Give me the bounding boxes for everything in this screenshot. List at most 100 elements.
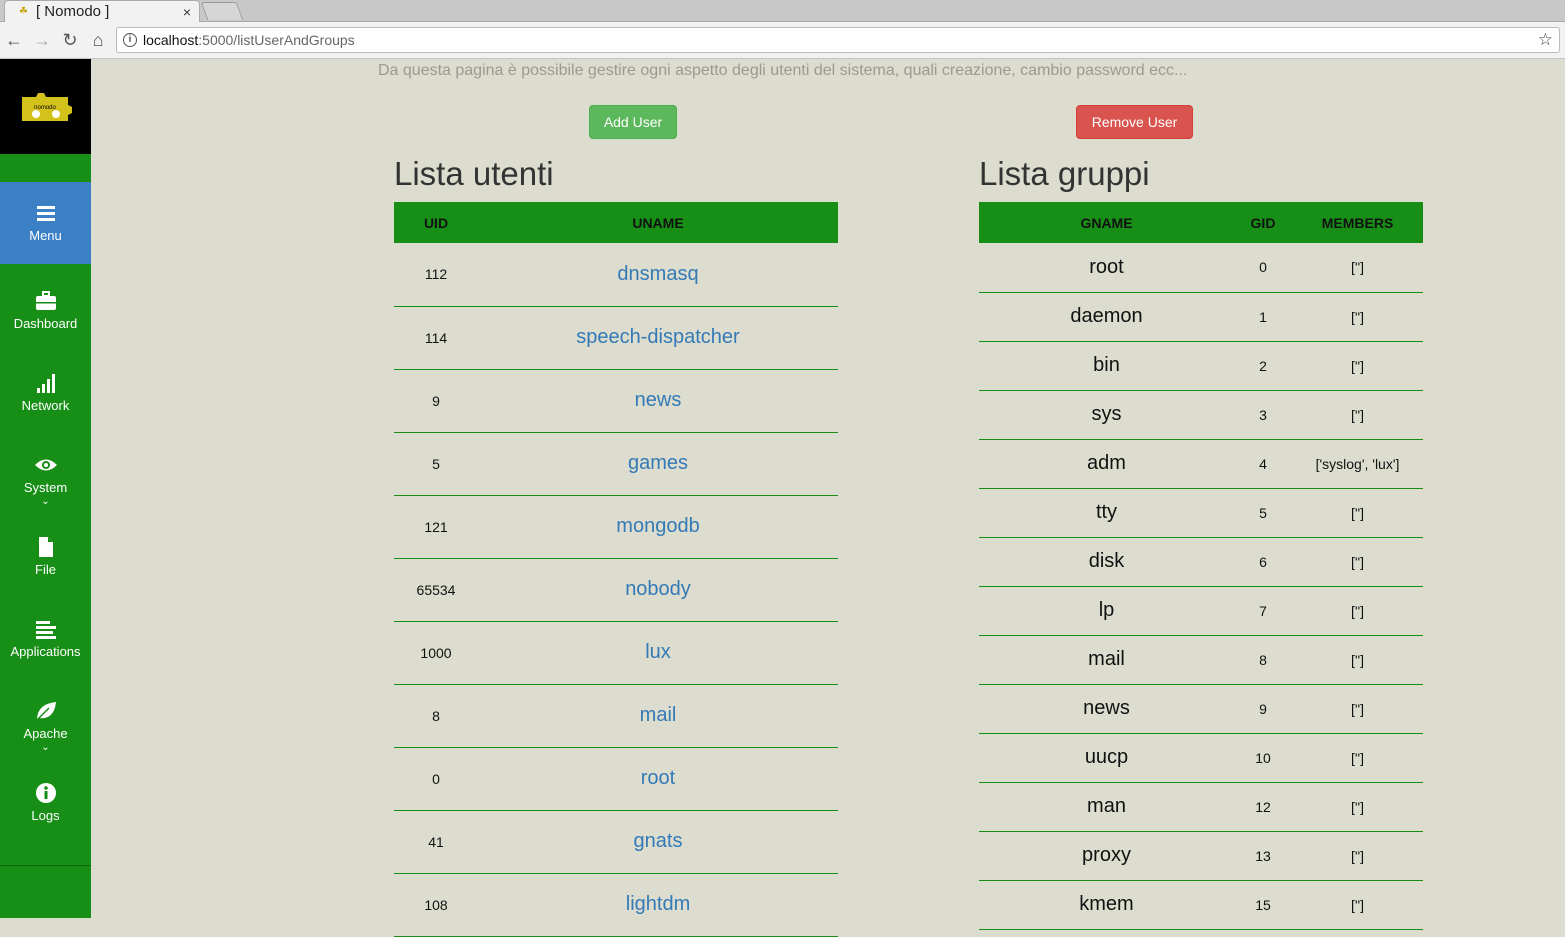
table-row: kmem 15 [''] (979, 880, 1423, 930)
address-bar[interactable]: i localhost:5000/listUserAndGroups ☆ (116, 27, 1560, 53)
gname-cell: uucp (979, 733, 1234, 783)
uname-link[interactable]: games (478, 432, 838, 496)
sidebar-item-label: Network (21, 398, 70, 413)
gid-cell: 0 (1234, 243, 1292, 293)
users-heading: Lista utenti (394, 155, 554, 192)
gname-cell: sys (979, 390, 1234, 440)
add-user-button[interactable]: Add User (589, 105, 677, 139)
members-cell: [''] (1292, 880, 1423, 930)
sidebar-item-label: Apache (23, 726, 68, 741)
members-cell: [''] (1292, 390, 1423, 440)
uname-link[interactable]: mongodb (478, 495, 838, 559)
table-row: disk 6 [''] (979, 537, 1423, 587)
uid-cell: 65534 (394, 558, 478, 622)
gname-cell: lp (979, 586, 1234, 636)
table-row: adm 4 ['syslog', 'lux'] (979, 439, 1423, 489)
sidebar-item-system[interactable]: System ⌄ (0, 454, 91, 507)
remove-user-button[interactable]: Remove User (1076, 105, 1193, 139)
uname-link[interactable]: lux (478, 621, 838, 685)
browser-toolbar: ← → ↻ ⌂ i localhost:5000/listUserAndGrou… (0, 22, 1565, 59)
table-row: daemon 1 [''] (979, 292, 1423, 342)
gid-cell: 4 (1234, 439, 1292, 489)
uname-link[interactable]: speech-dispatcher (478, 306, 838, 370)
forward-arrow-icon[interactable]: → (28, 30, 56, 51)
gid-cell: 2 (1234, 341, 1292, 391)
table-row: 8 mail (394, 684, 838, 748)
uid-cell: 1000 (394, 621, 478, 685)
uname-link[interactable]: lightdm (478, 873, 838, 937)
leaf-icon (35, 702, 56, 721)
uid-cell: 41 (394, 810, 478, 874)
gname-cell: man (979, 782, 1234, 832)
uid-cell: 112 (394, 243, 478, 307)
gname-cell: root (979, 243, 1234, 293)
sidebar-item-label: Dashboard (13, 316, 78, 331)
nomodo-logo-icon: nomodo (21, 92, 72, 121)
gname-cell: kmem (979, 880, 1234, 930)
page-subtitle: Da questa pagina è possibile gestire ogn… (378, 62, 1188, 79)
table-row: proxy 13 [''] (979, 831, 1423, 881)
logo-text: nomodo (34, 105, 56, 111)
back-arrow-icon[interactable]: ← (0, 30, 28, 51)
gid-cell: 1 (1234, 292, 1292, 342)
uname-link[interactable]: mail (478, 684, 838, 748)
uname-link[interactable]: root (478, 747, 838, 811)
signal-icon (36, 374, 55, 393)
briefcase-icon (35, 291, 56, 310)
new-tab-button[interactable] (200, 2, 244, 20)
uname-link[interactable]: dnsmasq (478, 243, 838, 307)
table-row: tty 5 [''] (979, 488, 1423, 538)
gname-cell: disk (979, 537, 1234, 587)
column-header-members: MEMBERS (1292, 202, 1423, 243)
gid-cell: 15 (1234, 880, 1292, 930)
sidebar-item-menu[interactable]: Menu (0, 182, 91, 264)
uid-cell: 108 (394, 873, 478, 937)
gid-cell: 7 (1234, 586, 1292, 636)
chevron-down-icon: ⌄ (41, 742, 50, 753)
home-icon[interactable]: ⌂ (84, 30, 112, 51)
table-header-row: UID UNAME (394, 202, 838, 243)
site-info-icon[interactable]: i (123, 33, 137, 47)
members-cell: [''] (1292, 831, 1423, 881)
uname-link[interactable]: news (478, 369, 838, 433)
column-header-gid: GID (1234, 202, 1292, 243)
gname-cell: mail (979, 635, 1234, 685)
sidebar-item-label: Menu (29, 228, 62, 243)
table-row: 9 news (394, 369, 838, 433)
sidebar-item-label: System (23, 480, 68, 495)
table-row: 1000 lux (394, 621, 838, 685)
main-content: Da questa pagina è possibile gestire ogn… (91, 59, 1565, 937)
table-row: sys 3 [''] (979, 390, 1423, 440)
members-cell: [''] (1292, 292, 1423, 342)
uname-link[interactable]: nobody (478, 558, 838, 622)
reload-icon[interactable]: ↻ (56, 30, 84, 51)
sidebar-item-applications[interactable]: Applications (0, 618, 91, 659)
gid-cell: 13 (1234, 831, 1292, 881)
list-icon (35, 621, 56, 639)
uname-link[interactable]: gnats (478, 810, 838, 874)
table-row: lp 7 [''] (979, 586, 1423, 636)
sidebar-item-dashboard[interactable]: Dashboard (0, 290, 91, 331)
members-cell: [''] (1292, 341, 1423, 391)
sidebar-divider (0, 865, 91, 866)
column-header-uid: UID (394, 202, 478, 243)
members-cell: [''] (1292, 537, 1423, 587)
members-cell: [''] (1292, 586, 1423, 636)
sidebar-item-logs[interactable]: Logs (0, 782, 91, 823)
eye-icon (34, 459, 57, 471)
table-row: news 9 [''] (979, 684, 1423, 734)
uid-cell: 114 (394, 306, 478, 370)
sidebar-item-network[interactable]: Network (0, 372, 91, 413)
sidebar-item-apache[interactable]: Apache ⌄ (0, 700, 91, 753)
browser-tab[interactable]: ☘ [ Nomodo ] × (4, 0, 200, 22)
table-row: 65534 nobody (394, 558, 838, 622)
sidebar-item-file[interactable]: File (0, 536, 91, 577)
groups-heading: Lista gruppi (979, 155, 1150, 192)
table-row: 41 gnats (394, 810, 838, 874)
logo[interactable]: nomodo (0, 59, 91, 154)
gname-cell: proxy (979, 831, 1234, 881)
table-row: man 12 [''] (979, 782, 1423, 832)
tab-title: [ Nomodo ] (35, 3, 110, 20)
bookmark-star-icon[interactable]: ☆ (1538, 30, 1553, 50)
tab-close-icon[interactable]: × (183, 4, 191, 20)
